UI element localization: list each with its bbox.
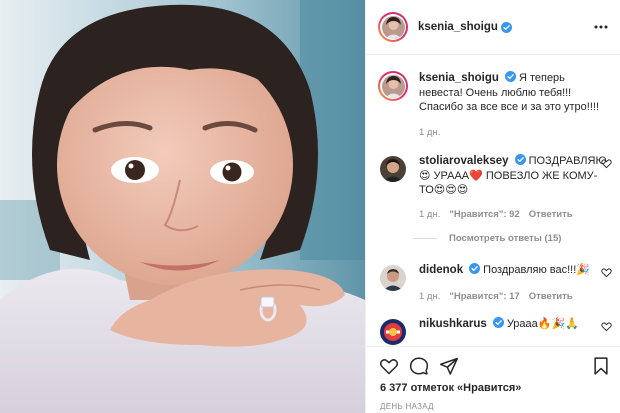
caption-username[interactable]: ksenia_shoigu [419, 72, 499, 84]
comment-likes[interactable]: "Нравится": 92 [449, 208, 519, 223]
comment-time[interactable]: 1 дн. [419, 290, 440, 305]
verified-badge-icon [504, 71, 516, 82]
comment-icon[interactable] [409, 356, 429, 376]
bookmark-icon[interactable] [591, 356, 611, 376]
caption-avatar[interactable] [378, 71, 408, 101]
comment-like-heart-icon[interactable] [601, 158, 612, 169]
author-username[interactable]: ksenia_shoigu [418, 21, 498, 33]
comments-list: ksenia_shoigu Я теперь невеста! Очень лю… [366, 56, 620, 346]
heart-icon[interactable] [379, 356, 399, 376]
commenter-username[interactable]: nikushkarus [419, 318, 487, 330]
author-avatar[interactable] [378, 12, 408, 42]
selfie-image [0, 0, 365, 413]
commenter-username[interactable]: stoliarovaleksey [419, 155, 509, 167]
post-actions-bar: 6 377 отметок «Нравится» ДЕНЬ НАЗАД [366, 346, 620, 413]
commenter-avatar[interactable] [378, 263, 408, 293]
reply-button[interactable]: Ответить [529, 208, 573, 223]
commenter-avatar[interactable] [378, 317, 408, 346]
commenter-username[interactable]: didenok [419, 264, 463, 276]
verified-badge-icon [500, 21, 512, 33]
likes-count[interactable]: 6 377 отметок «Нравится» [380, 382, 521, 394]
caption-time[interactable]: 1 дн. [419, 126, 440, 141]
verified-badge-icon [514, 154, 526, 165]
view-replies-label: Посмотреть ответы (15) [449, 233, 562, 244]
comment-like-heart-icon[interactable] [601, 267, 612, 278]
reply-button[interactable]: Ответить [529, 290, 573, 305]
caption-item: ksenia_shoigu Я теперь невеста! Очень лю… [378, 71, 618, 140]
share-icon[interactable] [439, 356, 459, 376]
comment-item: didenok Поздравляю вас!!!🎉 1 дн. "Нравит… [378, 263, 618, 304]
post-header: ksenia_shoigu [366, 0, 620, 55]
commenter-avatar[interactable] [378, 154, 408, 184]
more-options-icon[interactable] [593, 19, 609, 35]
verified-badge-icon [469, 263, 481, 274]
instagram-post-view: ksenia_shoigu ksenia_shoigu Я теперь нев… [0, 0, 620, 413]
comment-like-heart-icon[interactable] [601, 321, 612, 332]
comment-item: stoliarovaleksey ПОЗДРАВЛЯЮ 😍 УРААА❤️ ПО… [378, 154, 618, 222]
verified-badge-icon [492, 317, 504, 328]
post-date: ДЕНЬ НАЗАД [380, 402, 434, 411]
comment-item: nikushkarus Урааа🔥🎉🙏 [378, 317, 618, 346]
view-replies-button[interactable]: Посмотреть ответы (15) [413, 233, 561, 244]
post-photo[interactable] [0, 0, 365, 413]
replies-divider [413, 238, 437, 239]
comment-time[interactable]: 1 дн. [419, 208, 440, 223]
comment-likes[interactable]: "Нравится": 17 [449, 290, 519, 305]
comment-text: Урааа🔥🎉🙏 [506, 318, 579, 330]
post-side-panel: ksenia_shoigu ksenia_shoigu Я теперь нев… [365, 0, 620, 413]
comment-text: Поздравляю вас!!!🎉 [483, 264, 590, 276]
